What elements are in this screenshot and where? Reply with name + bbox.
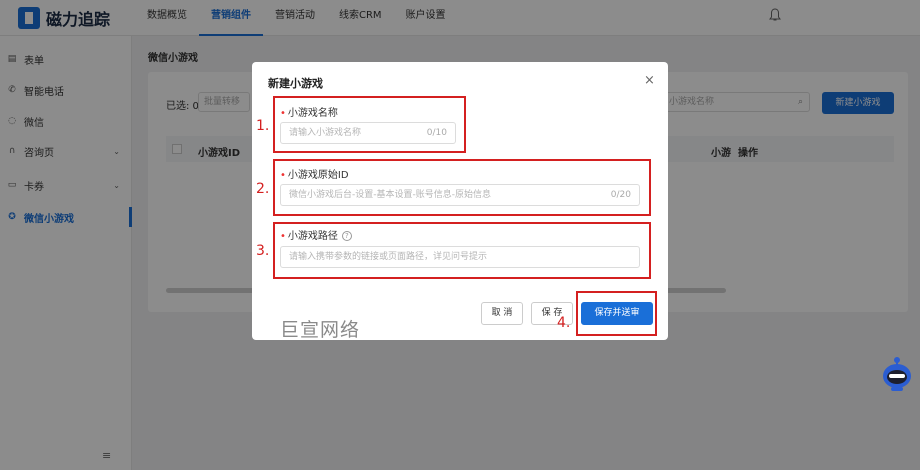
annotation-number-2: 2. [256,181,270,197]
close-icon[interactable]: × [644,73,655,88]
watermark-text: 巨宣网络 [280,319,361,341]
annotation-number-4: 4. [557,315,571,331]
annotation-number-1: 1. [256,118,270,134]
annotation-box-2 [273,159,651,216]
cancel-button[interactable]: 取 消 [481,302,523,325]
assistant-robot-icon[interactable] [880,352,914,392]
annotation-number-3: 3. [256,243,270,259]
dialog-title: 新建小游戏 [268,77,323,90]
annotation-box-1 [273,96,466,153]
annotation-box-3 [273,222,651,279]
annotation-box-4 [576,291,657,336]
